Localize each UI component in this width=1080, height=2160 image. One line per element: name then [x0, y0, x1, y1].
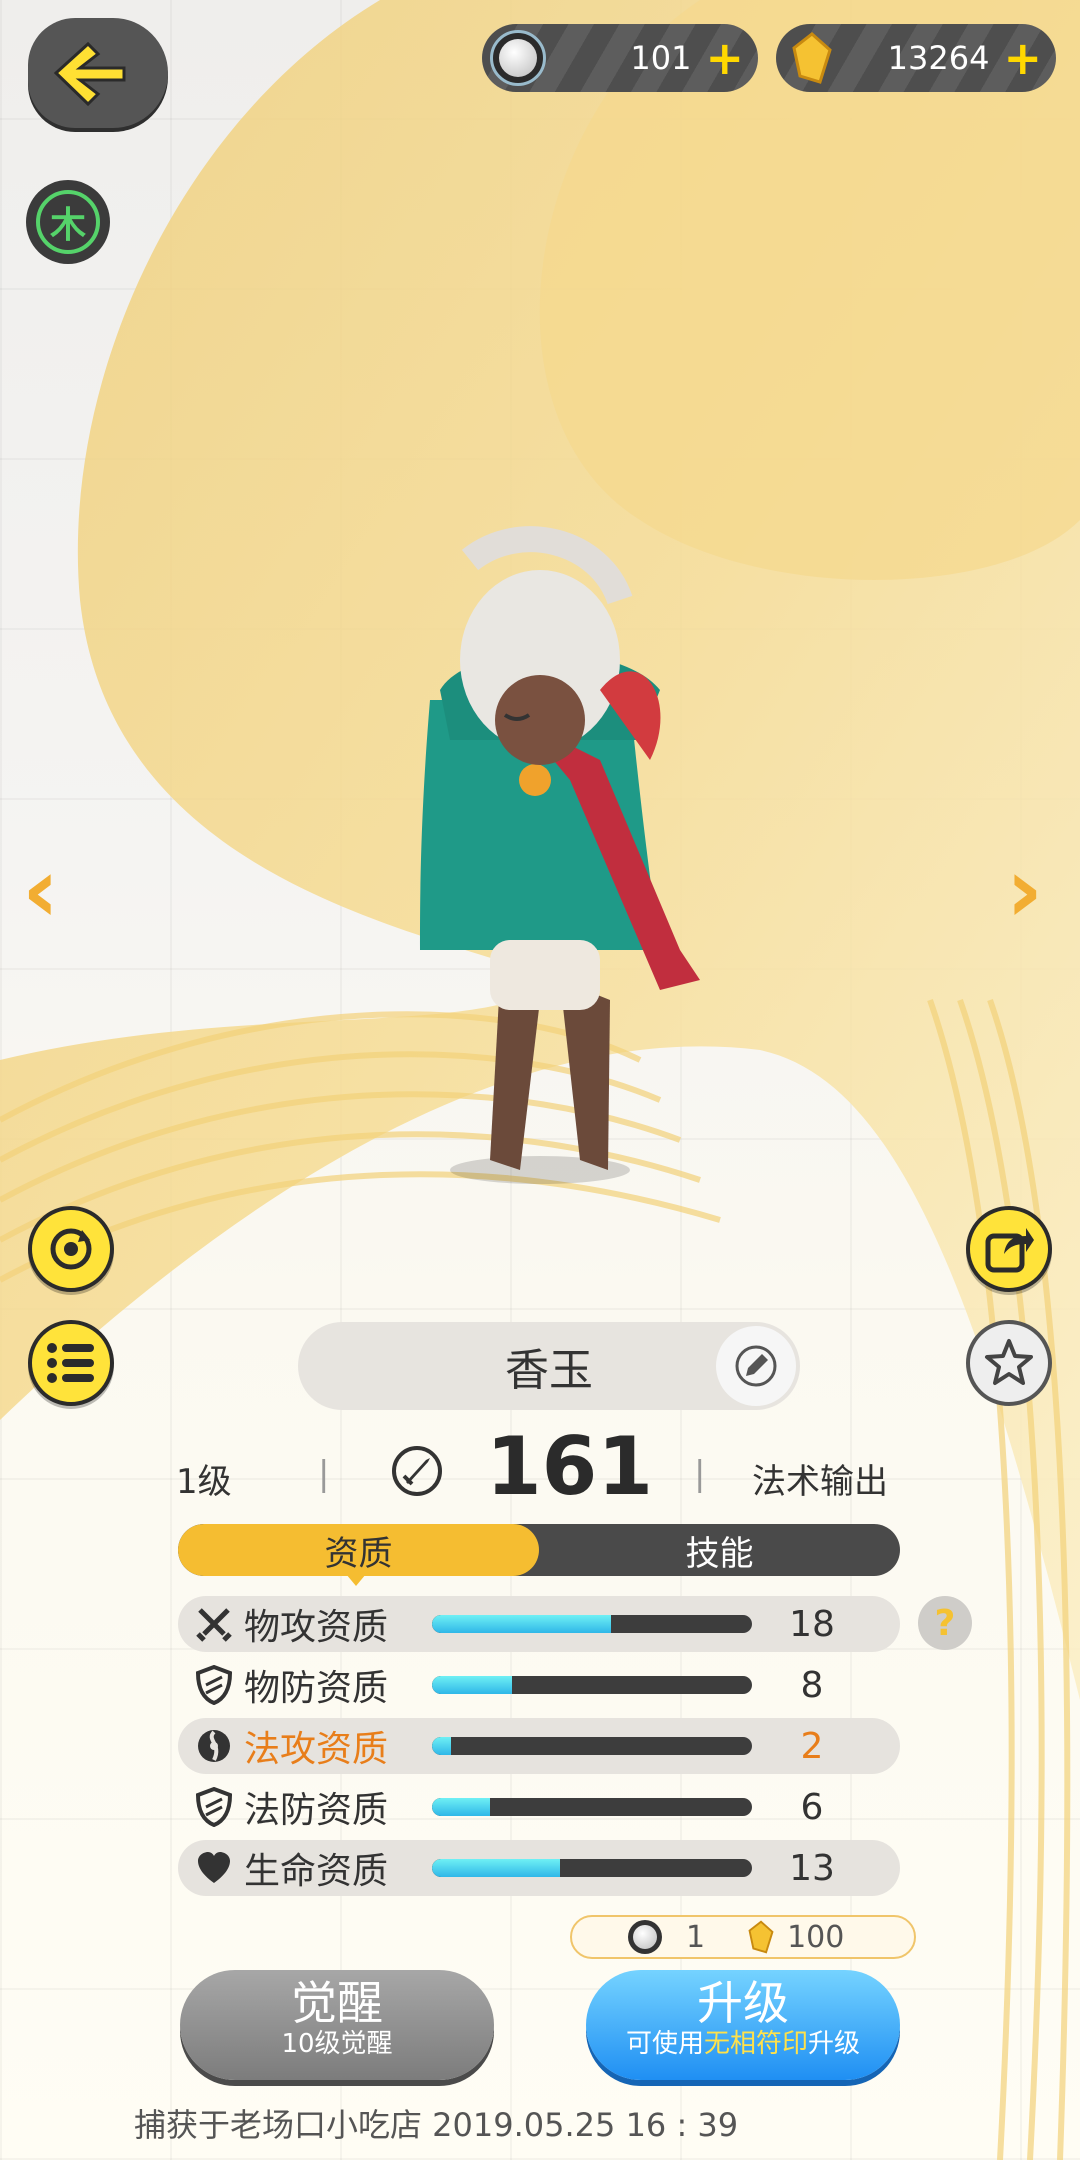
- aptitude-row-physical-attack: 物攻资质 18: [178, 1596, 900, 1652]
- aptitude-bar: [432, 1615, 752, 1633]
- aptitude-bar-fill: [432, 1737, 452, 1755]
- upgrade-cost: 1 100: [570, 1915, 916, 1959]
- pet-name-bar: 香玉: [298, 1322, 800, 1410]
- shield-icon: [184, 1787, 244, 1827]
- list-icon: [47, 1343, 94, 1383]
- upgrade-sublabel-part: 可使用: [625, 2028, 704, 2059]
- aptitude-label: 法防资质: [244, 1790, 389, 1831]
- currency-gold-counter[interactable]: 13264 +: [776, 24, 1056, 92]
- aptitude-value: 8: [800, 1664, 824, 1706]
- combat-power: 161: [486, 1420, 653, 1513]
- list-button[interactable]: [28, 1320, 114, 1406]
- back-button[interactable]: [28, 18, 168, 128]
- share-button[interactable]: [966, 1206, 1052, 1292]
- gold-crystal-icon: [748, 1920, 774, 1954]
- swords-icon: [184, 1604, 244, 1644]
- aptitude-label: 物防资质: [244, 1668, 389, 1709]
- gold-crystal-icon: [784, 30, 840, 86]
- help-question-icon[interactable]: ?: [918, 1596, 972, 1650]
- awaken-sublabel: 10级觉醒: [281, 2028, 393, 2059]
- cost-gold: 100: [787, 1919, 845, 1955]
- element-badge[interactable]: 木: [26, 180, 110, 264]
- edit-pencil-icon: [735, 1345, 777, 1387]
- aptitude-row-health: 生命资质 13: [178, 1840, 900, 1896]
- aptitude-value: 18: [789, 1603, 835, 1645]
- aptitude-bar: [432, 1676, 752, 1694]
- upgrade-sublabel: 可使用无相符印升级: [586, 2029, 900, 2060]
- add-pearl-icon[interactable]: +: [705, 35, 744, 81]
- upgrade-button[interactable]: 升级 可使用无相符印升级: [586, 1970, 900, 2080]
- aptitude-bar: [432, 1798, 752, 1816]
- rename-button[interactable]: [716, 1326, 796, 1406]
- cost-pearl: 1: [686, 1919, 706, 1955]
- aptitude-bar-fill: [432, 1859, 560, 1877]
- back-arrow-icon: [53, 41, 126, 107]
- aptitude-row-magic-attack: 法攻资质 2: [178, 1718, 900, 1774]
- aptitude-bar-fill: [432, 1676, 512, 1694]
- aptitude-label: 法攻资质: [244, 1729, 389, 1770]
- refresh-icon: [50, 1228, 92, 1270]
- pearl-icon: [628, 1920, 662, 1954]
- pearl-amount: 101: [630, 39, 692, 77]
- add-gold-icon[interactable]: +: [1003, 35, 1042, 81]
- aptitude-value: 13: [789, 1847, 835, 1889]
- aptitude-row-magic-defense: 法防资质 6: [178, 1779, 900, 1835]
- aptitude-bar-fill: [432, 1798, 490, 1816]
- awaken-label: 觉醒: [291, 1976, 383, 2030]
- tab-skills[interactable]: 技能: [539, 1524, 900, 1576]
- aptitude-bar: [432, 1859, 752, 1877]
- pet-role: 法术输出: [752, 1462, 888, 1502]
- tab-aptitude[interactable]: 资质: [178, 1524, 539, 1576]
- upgrade-label: 升级: [697, 1976, 789, 2030]
- capture-info: 捕获于老场口小吃店 2019.05.25 16 : 39: [134, 2106, 739, 2144]
- aptitude-value: 6: [800, 1786, 824, 1828]
- star-icon: [985, 1339, 1033, 1385]
- pet-name: 香玉: [505, 1345, 593, 1396]
- gold-amount: 13264: [887, 39, 990, 77]
- divider: |: [694, 1454, 706, 1494]
- prev-pet-chevron-icon[interactable]: ‹: [22, 846, 59, 936]
- aptitude-row-physical-defense: 物防资质 8: [178, 1657, 900, 1713]
- active-tab-pointer: [346, 1574, 366, 1586]
- pet-summary-line: 1级 | 161 | 法术输出: [0, 1420, 1080, 1530]
- swap-pet-button[interactable]: [28, 1206, 114, 1292]
- favorite-button[interactable]: [966, 1320, 1052, 1406]
- share-icon: [985, 1228, 1034, 1273]
- magic-orb-icon: [184, 1728, 244, 1764]
- power-sword-icon: [392, 1446, 442, 1496]
- heart-icon: [184, 1851, 244, 1885]
- element-wood-icon: 木: [36, 190, 100, 254]
- pet-character-model[interactable]: [0, 0, 1080, 2160]
- detail-tabs: 资质 技能: [178, 1524, 900, 1576]
- upgrade-sublabel-part: 升级: [808, 2028, 861, 2059]
- currency-pearl-counter[interactable]: 101 +: [482, 24, 758, 92]
- aptitude-bar: [432, 1737, 752, 1755]
- upgrade-item-name: 无相符印: [703, 2028, 808, 2059]
- pet-level: 1级: [176, 1462, 232, 1502]
- aptitude-label: 物攻资质: [244, 1607, 389, 1648]
- pearl-icon: [490, 30, 546, 86]
- aptitude-label: 生命资质: [244, 1851, 389, 1892]
- shield-icon: [184, 1665, 244, 1705]
- divider: |: [318, 1454, 330, 1494]
- awaken-button[interactable]: 觉醒 10级觉醒: [180, 1970, 494, 2080]
- aptitude-value: 2: [800, 1725, 824, 1767]
- aptitude-bar-fill: [432, 1615, 612, 1633]
- next-pet-chevron-icon[interactable]: ›: [1006, 846, 1043, 936]
